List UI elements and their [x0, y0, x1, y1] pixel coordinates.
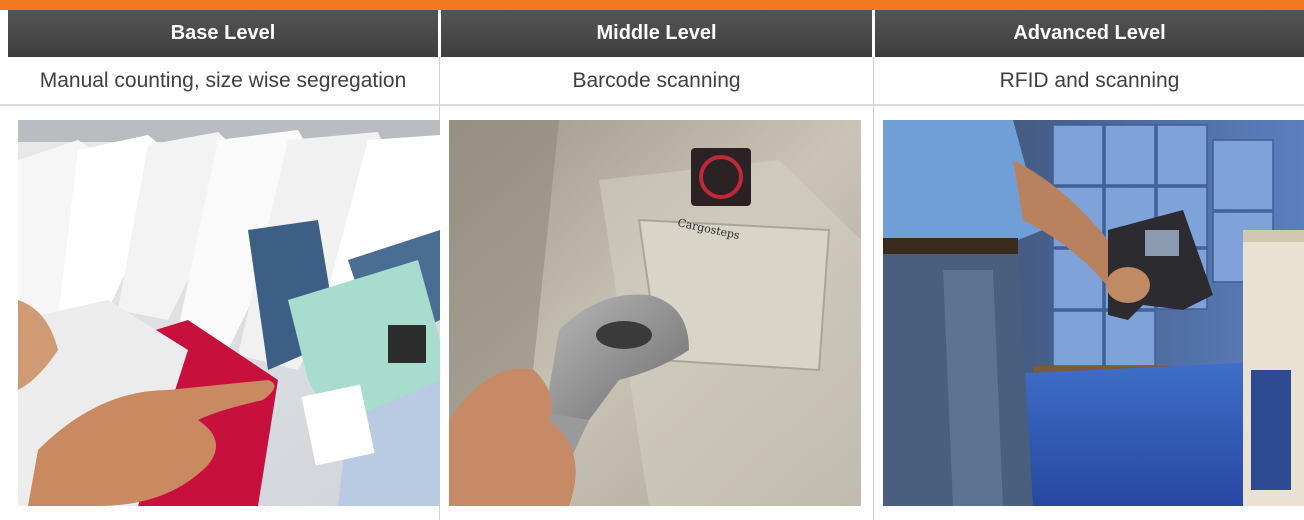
level-column-advanced: Advanced Level RFID and scanning — [875, 10, 1304, 520]
level-description: RFID and scanning — [999, 69, 1180, 92]
level-header: Base Level — [8, 10, 438, 57]
level-column-middle: Middle Level Barcode scanning Cargosteps — [441, 10, 872, 520]
level-header: Middle Level — [441, 10, 872, 57]
level-description: Barcode scanning — [572, 69, 741, 92]
level-header: Advanced Level — [875, 10, 1304, 57]
photo-barcode-scanner: Cargosteps — [449, 120, 861, 506]
level-column-base: Base Level Manual counting, size wise se… — [8, 10, 440, 520]
photo-rfid-warehouse — [883, 120, 1304, 506]
levels-table: Base Level Manual counting, size wise se… — [0, 10, 1304, 520]
column-divider — [873, 57, 874, 520]
orange-accent-bar — [0, 0, 1304, 10]
level-description: Manual counting, size wise segregation — [39, 69, 407, 92]
photo-shirts-on-hangers — [18, 120, 440, 506]
